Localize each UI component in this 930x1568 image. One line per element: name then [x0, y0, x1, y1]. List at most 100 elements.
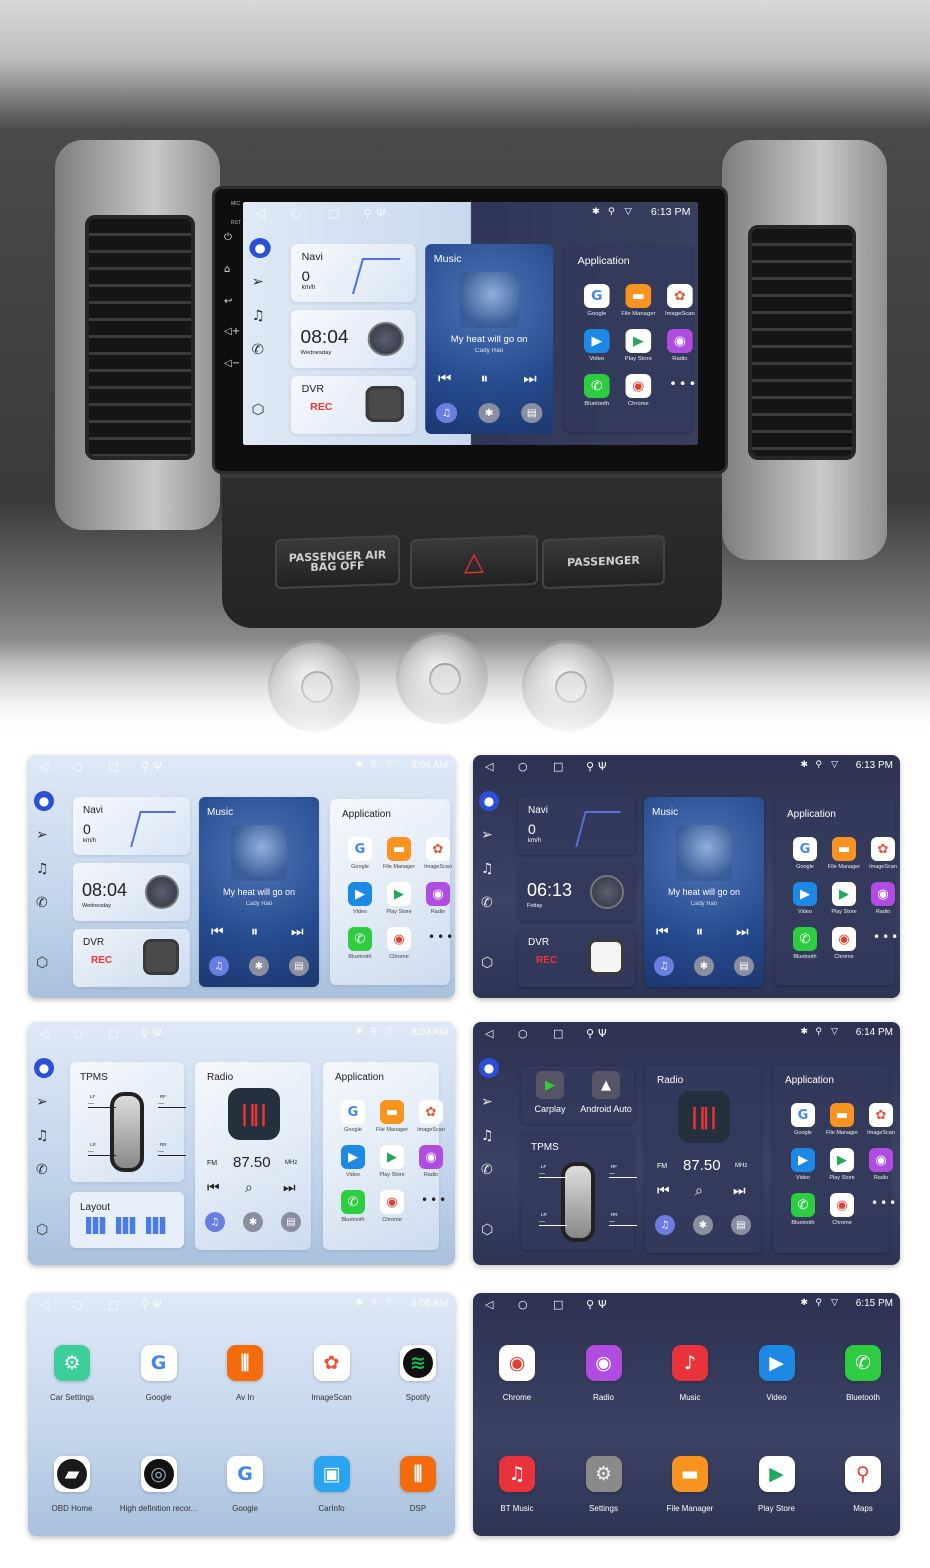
app-label[interactable]: CarInfo	[289, 1504, 375, 1513]
app-label[interactable]: Bluetooth	[573, 401, 620, 407]
dashcam-icon[interactable]	[143, 939, 179, 975]
home-nav-icon[interactable]: ○	[518, 760, 528, 773]
music-source-button[interactable]: ♫	[205, 1212, 225, 1232]
podcast-icon[interactable]: ◉	[585, 1345, 622, 1381]
app-label[interactable]: File Manager	[370, 1127, 414, 1133]
bluetooth-source-button[interactable]: ✱	[693, 1215, 713, 1235]
music-source-button[interactable]: ♫	[655, 1215, 675, 1235]
folder-icon[interactable]: ▬	[830, 1103, 854, 1127]
chrome-icon[interactable]: ◉	[499, 1345, 535, 1381]
equalizer-icon[interactable]: ⫼	[400, 1456, 436, 1492]
more-apps-icon[interactable]: •••	[421, 1193, 448, 1207]
app-label[interactable]: File Manager	[377, 864, 421, 870]
app-label[interactable]: Radio	[859, 1175, 900, 1181]
voice-assistant-icon[interactable]: ●	[479, 1058, 499, 1078]
android-auto-label[interactable]: Android Auto	[573, 1104, 639, 1114]
radio-card[interactable]: Radio |‖| FM 87.50 MHz ⏮ ⌕ ⏭ ♫ ✱ ▤	[195, 1062, 311, 1250]
google-icon[interactable]: G	[227, 1456, 263, 1492]
obd-icon[interactable]: ▰	[54, 1456, 90, 1492]
app-label[interactable]: Google	[573, 311, 620, 317]
navigation-icon[interactable]: ➢	[36, 827, 48, 843]
clock-card[interactable]: 06:13 Friday	[518, 863, 635, 921]
bt-music-icon[interactable]: ♫	[499, 1456, 535, 1492]
radio-source-button[interactable]: ▤	[521, 403, 543, 423]
app-label[interactable]: Google	[202, 1504, 288, 1513]
car-info-icon[interactable]: ▣	[313, 1456, 350, 1492]
back-nav-icon[interactable]: ◁	[40, 1298, 48, 1311]
music-side-icon[interactable]: ♫	[36, 1128, 49, 1144]
next-icon[interactable]: ⏭	[523, 371, 536, 387]
recents-nav-icon[interactable]: □	[108, 760, 118, 773]
recents-nav-icon[interactable]: □	[553, 760, 563, 773]
voice-assistant-icon[interactable]: ●	[34, 791, 54, 811]
folder-icon[interactable]: ▬	[672, 1456, 708, 1492]
home-nav-icon[interactable]: ○	[518, 1027, 528, 1040]
volume-down-icon[interactable]: ◁−	[224, 358, 240, 369]
layout-option-icon[interactable]	[146, 1217, 166, 1234]
hazard-button[interactable]: △	[410, 534, 538, 590]
tpms-card[interactable]: TPMS LF --- RF --- LR --- RR ---	[70, 1062, 186, 1182]
chrome-icon[interactable]: ◉	[625, 374, 652, 398]
app-label[interactable]: Chrome	[474, 1393, 560, 1402]
photos-icon[interactable]: ✿	[419, 1100, 443, 1124]
bluetooth-source-button[interactable]: ✱	[249, 956, 269, 976]
radio-card[interactable]: Radio |‖| FM 87.50 MHz ⏮ ⌕ ⏭ ♫ ✱ ▤	[645, 1065, 761, 1253]
dashcam-icon[interactable]	[365, 386, 404, 422]
app-label[interactable]: Chrome	[822, 954, 866, 960]
music-side-icon[interactable]: ♫	[481, 1128, 494, 1144]
voice-assistant-icon[interactable]: ●	[34, 1058, 54, 1078]
bluetooth-source-button[interactable]: ✱	[694, 956, 714, 976]
chrome-icon[interactable]: ◉	[832, 927, 856, 951]
google-icon[interactable]: G	[583, 284, 610, 308]
dashcam-icon[interactable]	[588, 939, 624, 975]
layout-option-icon[interactable]	[116, 1217, 136, 1234]
podcast-icon[interactable]: ◉	[869, 1148, 893, 1172]
center-control[interactable]: ⏸	[481, 371, 488, 387]
app-label[interactable]: ImageScan	[416, 864, 455, 870]
photos-icon[interactable]: ✿	[426, 837, 450, 861]
app-label[interactable]: Play Store	[822, 909, 866, 915]
app-label[interactable]: ImageScan	[656, 311, 698, 317]
play-store-icon[interactable]: ▶	[625, 329, 652, 353]
app-label[interactable]: Bluetooth	[781, 1220, 825, 1226]
navi-card[interactable]: Navi 0 km/h	[73, 797, 190, 855]
app-label[interactable]: Video	[781, 1175, 825, 1181]
app-label[interactable]: Spotify	[375, 1393, 455, 1402]
google-icon[interactable]: G	[348, 837, 372, 861]
app-label[interactable]: ImageScan	[861, 864, 900, 870]
app-label[interactable]: ImageScan	[289, 1393, 375, 1402]
app-label[interactable]: BT Music	[474, 1504, 560, 1513]
android-auto-icon[interactable]: ▲	[592, 1071, 620, 1099]
apps-cube-icon[interactable]: ⬡	[481, 1222, 493, 1238]
dvr-card[interactable]: DVR REC	[290, 376, 416, 434]
carplay-label[interactable]: Carplay	[527, 1104, 573, 1114]
back-nav-icon[interactable]: ◁	[485, 760, 493, 773]
apps-cube-icon[interactable]: ⬡	[252, 402, 265, 418]
app-label[interactable]: Video	[783, 909, 827, 915]
app-label[interactable]: Music	[647, 1393, 733, 1402]
dvr-card[interactable]: DVR REC	[518, 929, 635, 987]
music-source-button[interactable]: ♫	[209, 956, 229, 976]
music-side-icon[interactable]: ♫	[481, 861, 494, 877]
voice-assistant-icon[interactable]: ●	[249, 238, 271, 258]
phone-side-icon[interactable]: ✆	[36, 1162, 48, 1178]
phone-icon[interactable]: ✆	[791, 1193, 815, 1217]
previous-icon[interactable]: ⏮	[657, 1183, 670, 1199]
app-label[interactable]: Play Store	[734, 1504, 820, 1513]
app-label[interactable]: Video	[331, 1172, 375, 1178]
layout-option-icon[interactable]	[86, 1217, 106, 1234]
app-label[interactable]: Car Settings	[29, 1393, 115, 1402]
spotify-icon[interactable]: ≋	[400, 1345, 436, 1381]
folder-icon[interactable]: ▬	[832, 837, 856, 861]
app-label[interactable]: Chrome	[377, 954, 421, 960]
app-label[interactable]: Radio	[416, 909, 455, 915]
app-label[interactable]: File Manager	[647, 1504, 733, 1513]
navi-card[interactable]: Navi 0 km/h	[518, 797, 635, 855]
center-control[interactable]: ⌕	[695, 1183, 703, 1199]
recents-nav-icon[interactable]: □	[108, 1298, 118, 1311]
app-label[interactable]: Chrome	[615, 401, 662, 407]
play-store-icon[interactable]: ▶	[387, 882, 411, 906]
phone-icon[interactable]: ✆	[341, 1190, 365, 1214]
app-label[interactable]: Google	[116, 1393, 202, 1402]
clock-card[interactable]: 08:04 Wednesday	[73, 863, 190, 921]
